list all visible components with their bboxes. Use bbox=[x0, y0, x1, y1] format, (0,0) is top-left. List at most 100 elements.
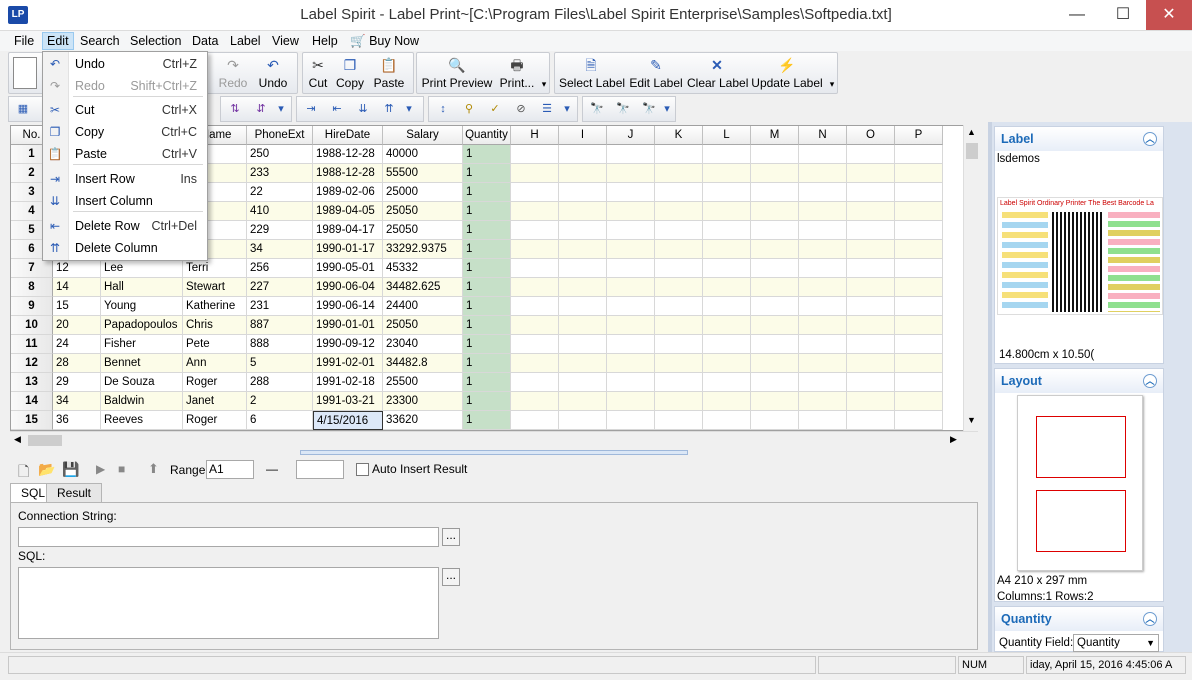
edit-menu-item-insert-row[interactable]: ⇥ Insert Row Ins bbox=[43, 168, 207, 190]
grid-cell[interactable] bbox=[511, 373, 559, 392]
grid-cell[interactable]: 23300 bbox=[383, 392, 463, 411]
filter-clear-icon[interactable]: ⊘ bbox=[511, 100, 531, 118]
grid-cell[interactable]: 1991-02-18 bbox=[313, 373, 383, 392]
filter-icon[interactable]: ⚲ bbox=[459, 100, 479, 118]
print-button[interactable]: 🖶 Print... bbox=[499, 55, 535, 93]
grid-cell[interactable]: 14 bbox=[53, 278, 101, 297]
column-header[interactable]: Quantity bbox=[463, 126, 511, 145]
grid-cell[interactable] bbox=[751, 335, 799, 354]
grid-cell[interactable] bbox=[511, 335, 559, 354]
grid-cell[interactable] bbox=[559, 278, 607, 297]
grid-cell[interactable]: 1991-03-21 bbox=[313, 392, 383, 411]
grid-cell[interactable] bbox=[847, 297, 895, 316]
grid-cell[interactable]: Janet bbox=[183, 392, 247, 411]
column-header[interactable]: L bbox=[703, 126, 751, 145]
grid-cell[interactable] bbox=[895, 202, 943, 221]
grid-cell[interactable]: 1991-02-01 bbox=[313, 354, 383, 373]
row-header[interactable]: 14 bbox=[11, 392, 53, 411]
menu-data[interactable]: Data bbox=[188, 33, 222, 49]
grid-cell[interactable]: 233 bbox=[247, 164, 313, 183]
grid-cell[interactable] bbox=[607, 164, 655, 183]
grid-cell[interactable]: 888 bbox=[247, 335, 313, 354]
grid-cell[interactable] bbox=[751, 183, 799, 202]
grid-cell[interactable] bbox=[511, 316, 559, 335]
grid-cell[interactable] bbox=[607, 202, 655, 221]
grid-cell[interactable]: 250 bbox=[247, 145, 313, 164]
grid-cell[interactable]: 23040 bbox=[383, 335, 463, 354]
grid-cell[interactable]: 1990-09-12 bbox=[313, 335, 383, 354]
column-header[interactable]: H bbox=[511, 126, 559, 145]
grid-cell[interactable] bbox=[559, 259, 607, 278]
grid-cell[interactable] bbox=[607, 183, 655, 202]
grid-cell[interactable] bbox=[847, 335, 895, 354]
grid-cell[interactable] bbox=[799, 316, 847, 335]
grid-cell[interactable] bbox=[895, 297, 943, 316]
quantity-cell[interactable]: 1 bbox=[463, 183, 511, 202]
row-header[interactable]: 11 bbox=[11, 335, 53, 354]
grid-cell[interactable]: 28 bbox=[53, 354, 101, 373]
sort-az-icon[interactable]: ↕ bbox=[433, 100, 453, 118]
up-arrow-icon[interactable]: ⬆ bbox=[148, 461, 159, 477]
quantity-cell[interactable]: 1 bbox=[463, 221, 511, 240]
sql-textarea[interactable] bbox=[18, 567, 439, 639]
grid-cell[interactable] bbox=[703, 164, 751, 183]
grid-cell[interactable] bbox=[655, 411, 703, 430]
grid-cell[interactable] bbox=[607, 373, 655, 392]
edit-menu-item-copy[interactable]: ❐ Copy Ctrl+C bbox=[43, 121, 207, 143]
right-panel-edge[interactable] bbox=[988, 122, 992, 652]
grid-cell[interactable]: 1989-02-06 bbox=[313, 183, 383, 202]
grid-cell[interactable]: 34 bbox=[247, 240, 313, 259]
grid-cell[interactable] bbox=[703, 240, 751, 259]
grid-cell[interactable]: 2 bbox=[247, 392, 313, 411]
grid-cell[interactable] bbox=[895, 354, 943, 373]
grid-cell[interactable] bbox=[895, 164, 943, 183]
insert-row-icon[interactable]: ⇥ bbox=[301, 100, 321, 118]
collapse-icon[interactable]: ︿ bbox=[1143, 374, 1157, 388]
grid-cell[interactable] bbox=[511, 183, 559, 202]
menu-buy-now[interactable]: 🛒 Buy Now bbox=[346, 33, 423, 49]
grid-cell[interactable] bbox=[655, 221, 703, 240]
grid-cell[interactable] bbox=[607, 411, 655, 430]
auto-insert-checkbox[interactable] bbox=[356, 463, 369, 476]
grid-cell[interactable] bbox=[751, 240, 799, 259]
grid-cell[interactable]: 45332 bbox=[383, 259, 463, 278]
grid-cell[interactable]: Ann bbox=[183, 354, 247, 373]
sort-descending-icon[interactable]: ⇵ bbox=[251, 100, 271, 118]
grid-cell[interactable] bbox=[511, 221, 559, 240]
grid-cell[interactable] bbox=[655, 373, 703, 392]
grid-cell[interactable] bbox=[895, 240, 943, 259]
grid-cell[interactable] bbox=[799, 335, 847, 354]
filter-chevron-icon[interactable]: ▾ bbox=[561, 100, 573, 118]
grid-cell[interactable] bbox=[607, 221, 655, 240]
grid-cell[interactable] bbox=[511, 278, 559, 297]
grid-cell[interactable] bbox=[799, 221, 847, 240]
grid-cell[interactable]: 1989-04-17 bbox=[313, 221, 383, 240]
grid-cell[interactable] bbox=[607, 278, 655, 297]
grid-cell[interactable] bbox=[895, 259, 943, 278]
grid-cell[interactable] bbox=[655, 354, 703, 373]
grid-cell[interactable] bbox=[751, 221, 799, 240]
grid-cell[interactable]: Bennet bbox=[101, 354, 183, 373]
grid-cell[interactable]: 25050 bbox=[383, 202, 463, 221]
redo-button[interactable]: ↷ Redo bbox=[215, 55, 251, 93]
connection-string-input[interactable] bbox=[18, 527, 439, 547]
grid-cell[interactable] bbox=[703, 183, 751, 202]
grid-cell[interactable] bbox=[655, 392, 703, 411]
grid-cell[interactable] bbox=[607, 145, 655, 164]
collapse-icon[interactable]: ︿ bbox=[1143, 612, 1157, 626]
grid-cell[interactable] bbox=[511, 202, 559, 221]
grid-cell[interactable]: Hall bbox=[101, 278, 183, 297]
grid-cell[interactable]: Lee bbox=[101, 259, 183, 278]
quantity-cell[interactable]: 1 bbox=[463, 354, 511, 373]
grid-cell[interactable]: 227 bbox=[247, 278, 313, 297]
column-header[interactable]: M bbox=[751, 126, 799, 145]
grid-cell[interactable] bbox=[559, 240, 607, 259]
grid-cell[interactable] bbox=[895, 221, 943, 240]
grid-cell[interactable]: 1990-06-04 bbox=[313, 278, 383, 297]
grid-cell[interactable] bbox=[703, 259, 751, 278]
grid-cell[interactable]: 34 bbox=[53, 392, 101, 411]
row-header[interactable]: 9 bbox=[11, 297, 53, 316]
grid-cell[interactable] bbox=[607, 354, 655, 373]
grid-cell[interactable] bbox=[847, 411, 895, 430]
save-icon[interactable]: 💾 bbox=[62, 461, 79, 478]
